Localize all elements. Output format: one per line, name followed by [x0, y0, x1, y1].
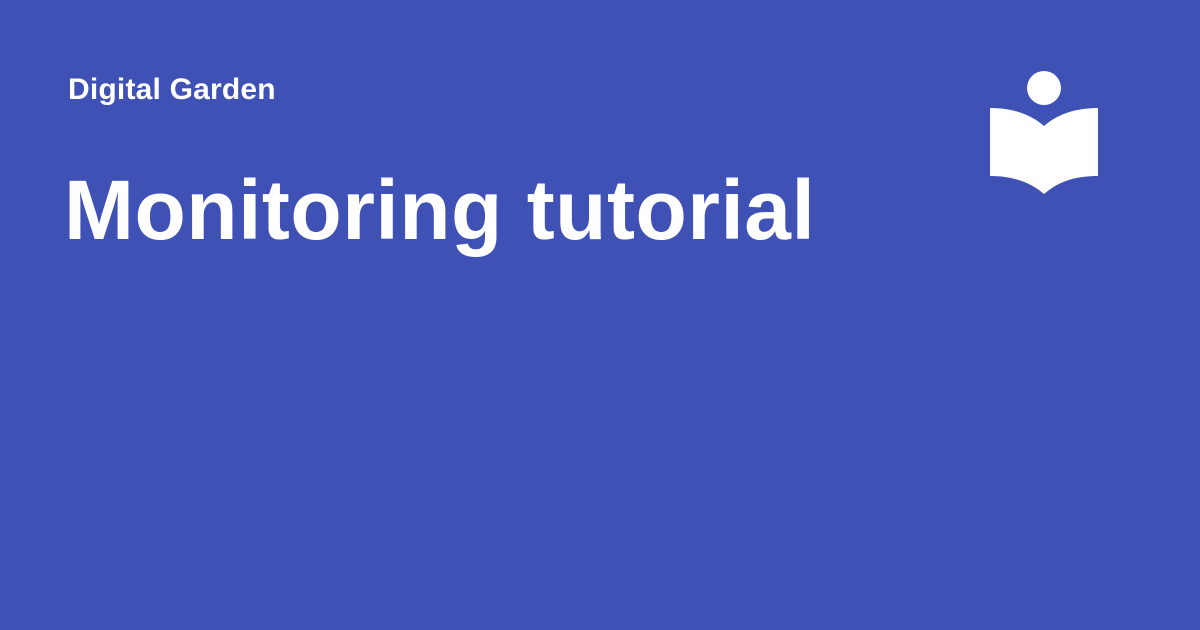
social-preview-card: Digital Garden Monitoring tutorial [0, 0, 1200, 630]
site-name: Digital Garden [68, 73, 276, 106]
reader-book-icon [986, 70, 1100, 198]
page-title: Monitoring tutorial [64, 163, 816, 257]
